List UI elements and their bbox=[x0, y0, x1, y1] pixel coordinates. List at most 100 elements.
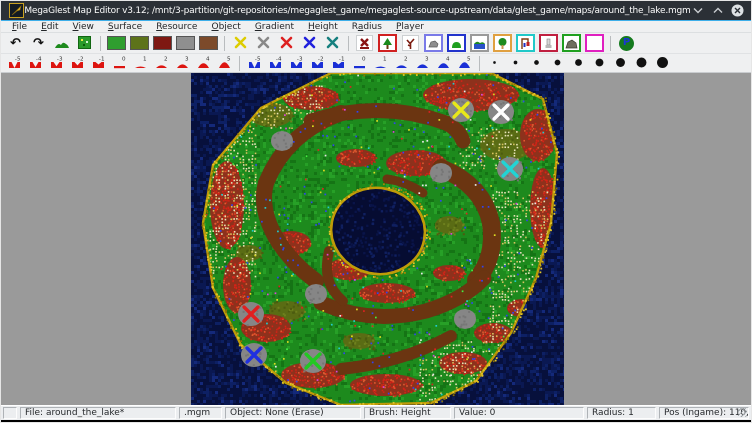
radius-1-icon bbox=[488, 54, 501, 73]
object-tree-button[interactable] bbox=[377, 33, 398, 53]
object-big-rock-button[interactable] bbox=[561, 33, 582, 53]
resize-grip[interactable] bbox=[738, 408, 747, 417]
svg-text:-1: -1 bbox=[99, 56, 105, 62]
height-brush-2-button[interactable]: 2 bbox=[152, 54, 171, 72]
radius-9-button[interactable] bbox=[653, 54, 672, 72]
radius-1-button[interactable] bbox=[485, 54, 504, 72]
height-brush-1-button[interactable]: 1 bbox=[131, 54, 150, 72]
radius-2-button[interactable] bbox=[506, 54, 525, 72]
surface-texture-brush-button[interactable] bbox=[74, 33, 95, 53]
gradient-brush-4-icon: 4 bbox=[436, 54, 451, 73]
object-statue-button[interactable] bbox=[538, 33, 559, 53]
radius-5-button[interactable] bbox=[569, 54, 588, 72]
resource-custom-red-button[interactable] bbox=[276, 33, 297, 53]
surface-ground-button[interactable] bbox=[198, 33, 219, 53]
resource-gold-button[interactable] bbox=[230, 33, 251, 53]
height-brush--1-button[interactable]: -1 bbox=[89, 54, 108, 72]
svg-text:-5: -5 bbox=[255, 56, 261, 62]
object-hanged-button[interactable] bbox=[515, 33, 536, 53]
menu-edit[interactable]: Edit bbox=[34, 22, 65, 32]
height-brush-button[interactable] bbox=[51, 33, 72, 53]
radius-6-button[interactable] bbox=[590, 54, 609, 72]
surface-stone-button[interactable] bbox=[175, 33, 196, 53]
undo-button[interactable]: ↶ bbox=[5, 33, 26, 53]
height-brush--2-button[interactable]: -2 bbox=[68, 54, 87, 72]
gradient-brush-0-button[interactable]: 0 bbox=[350, 54, 369, 72]
gradient-brush-1-button[interactable]: 1 bbox=[371, 54, 390, 72]
gradient-brush-4-button[interactable]: 4 bbox=[434, 54, 453, 72]
object-invisible-button[interactable] bbox=[584, 33, 605, 53]
brush-toolbar: -5-4-3-2-1012345-5-4-3-2-1012345 bbox=[1, 54, 751, 73]
radius-7-button[interactable] bbox=[611, 54, 630, 72]
menu-height[interactable]: Height bbox=[301, 22, 345, 32]
menu-file[interactable]: File bbox=[5, 22, 34, 32]
object-big-rock-icon bbox=[562, 34, 581, 52]
status-object: Object: None (Erase) bbox=[225, 407, 361, 419]
radius-8-button[interactable] bbox=[632, 54, 651, 72]
object-invisible-icon bbox=[585, 34, 604, 52]
player-settings-button[interactable]: P bbox=[616, 33, 637, 53]
height-brush--2-icon: -2 bbox=[70, 54, 85, 73]
menu-player[interactable]: Player bbox=[389, 22, 431, 32]
radius-4-button[interactable] bbox=[548, 54, 567, 72]
menu-bar: FileEditViewSurfaceResourceObjectGradien… bbox=[1, 21, 751, 33]
maximize-button[interactable] bbox=[711, 4, 724, 17]
object-dead-tree-button[interactable] bbox=[400, 33, 421, 53]
minimize-button[interactable] bbox=[691, 4, 704, 17]
object-big-tree-button[interactable] bbox=[492, 33, 513, 53]
menu-surface[interactable]: Surface bbox=[101, 22, 149, 32]
menu-gradient[interactable]: Gradient bbox=[248, 22, 301, 32]
radius-3-icon bbox=[530, 54, 543, 73]
surface-road-swatch bbox=[153, 36, 172, 50]
surface-road-button[interactable] bbox=[152, 33, 173, 53]
map-view[interactable] bbox=[1, 73, 751, 405]
menu-radius[interactable]: Radius bbox=[345, 22, 389, 32]
menu-resource[interactable]: Resource bbox=[149, 22, 204, 32]
gradient-brush--2-button[interactable]: -2 bbox=[308, 54, 327, 72]
height-brush--4-button[interactable]: -4 bbox=[26, 54, 45, 72]
gradient-brush-3-icon: 3 bbox=[415, 54, 430, 73]
menu-view[interactable]: View bbox=[66, 22, 101, 32]
height-brush--5-icon: -5 bbox=[7, 54, 22, 73]
height-brush--3-icon: -3 bbox=[49, 54, 64, 73]
resource-custom-blue-button[interactable] bbox=[299, 33, 320, 53]
menu-object[interactable]: Object bbox=[204, 22, 247, 32]
height-brush-4-icon: 4 bbox=[196, 54, 211, 73]
gradient-brush--4-icon: -4 bbox=[268, 54, 283, 73]
resource-custom-teal-button[interactable] bbox=[322, 33, 343, 53]
object-dead-tree-icon bbox=[402, 35, 419, 51]
height-brush--5-button[interactable]: -5 bbox=[5, 54, 24, 72]
toolbar-separator bbox=[610, 36, 611, 51]
height-brush-2-icon: 2 bbox=[154, 54, 169, 73]
gradient-brush--3-button[interactable]: -3 bbox=[287, 54, 306, 72]
surface-texture-brush-icon bbox=[78, 34, 91, 53]
gradient-brush--5-button[interactable]: -5 bbox=[245, 54, 264, 72]
height-brush-0-button[interactable]: 0 bbox=[110, 54, 129, 72]
object-water-object-button[interactable] bbox=[469, 33, 490, 53]
object-erase-icon bbox=[356, 35, 373, 51]
gradient-brush-3-button[interactable]: 3 bbox=[413, 54, 432, 72]
gradient-brush-5-button[interactable]: 5 bbox=[455, 54, 474, 72]
object-bush-button[interactable] bbox=[446, 33, 467, 53]
resource-stone-button[interactable] bbox=[253, 33, 274, 53]
height-brush-4-button[interactable]: 4 bbox=[194, 54, 213, 72]
close-button[interactable] bbox=[731, 4, 744, 17]
height-brush-5-button[interactable]: 5 bbox=[215, 54, 234, 72]
object-erase-button[interactable] bbox=[354, 33, 375, 53]
undo-icon: ↶ bbox=[10, 37, 21, 50]
height-brush--3-button[interactable]: -3 bbox=[47, 54, 66, 72]
redo-button[interactable]: ↷ bbox=[28, 33, 49, 53]
surface-grass-button[interactable] bbox=[106, 33, 127, 53]
gradient-brush-2-button[interactable]: 2 bbox=[392, 54, 411, 72]
status-bar: File: around_the_lake*.mgmObject: None (… bbox=[1, 405, 751, 420]
map-canvas[interactable] bbox=[191, 73, 564, 405]
surface-secondary-grass-button[interactable] bbox=[129, 33, 150, 53]
toolbar-separator bbox=[100, 36, 101, 51]
radius-3-button[interactable] bbox=[527, 54, 546, 72]
app-window: MegaGlest Map Editor v3.12; /mnt/3-parti… bbox=[0, 0, 752, 423]
height-brush-3-button[interactable]: 3 bbox=[173, 54, 192, 72]
gradient-brush--4-button[interactable]: -4 bbox=[266, 54, 285, 72]
status-brush: Brush: Height bbox=[364, 407, 451, 419]
object-stone-button[interactable] bbox=[423, 33, 444, 53]
gradient-brush--1-button[interactable]: -1 bbox=[329, 54, 348, 72]
